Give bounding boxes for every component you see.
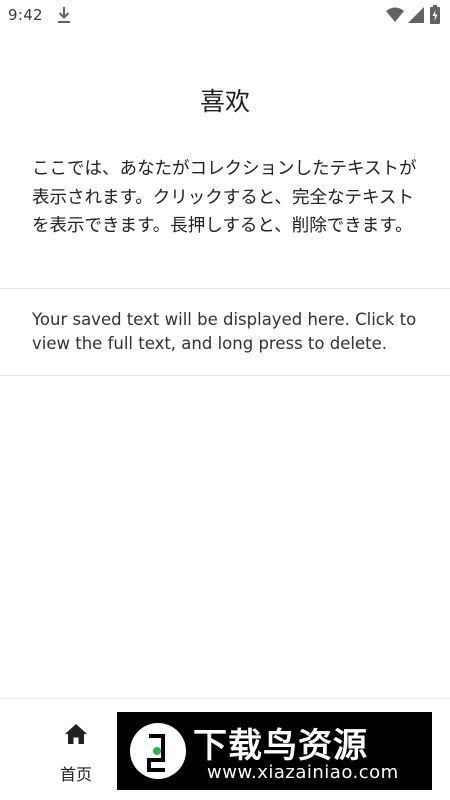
- nav-item-home[interactable]: 首页: [40, 721, 112, 791]
- wifi-icon: [386, 7, 404, 22]
- signal-icon: [408, 7, 424, 23]
- status-bar: 9:42: [0, 0, 450, 30]
- download-icon: [58, 7, 70, 23]
- battery-icon: [430, 5, 440, 24]
- description-english: Your saved text will be displayed here. …: [32, 310, 417, 353]
- status-time: 9:42: [8, 6, 43, 24]
- watermark-title: 下载鸟资源: [193, 726, 368, 766]
- watermark-banner: 下载鸟资源 www.xiazainiao.com: [117, 712, 432, 790]
- divider: [0, 375, 450, 376]
- home-icon: [65, 724, 87, 744]
- divider: [0, 288, 450, 289]
- bird-logo-icon: [130, 723, 186, 779]
- nav-item-home-label: 首页: [59, 765, 92, 784]
- watermark-url: www.xiazainiao.com: [207, 762, 399, 783]
- description-japanese: ここでは、あなたがコレクションしたテキストが表示されます。クリックすると、完全な…: [32, 159, 417, 236]
- page-title: 喜欢: [199, 87, 250, 116]
